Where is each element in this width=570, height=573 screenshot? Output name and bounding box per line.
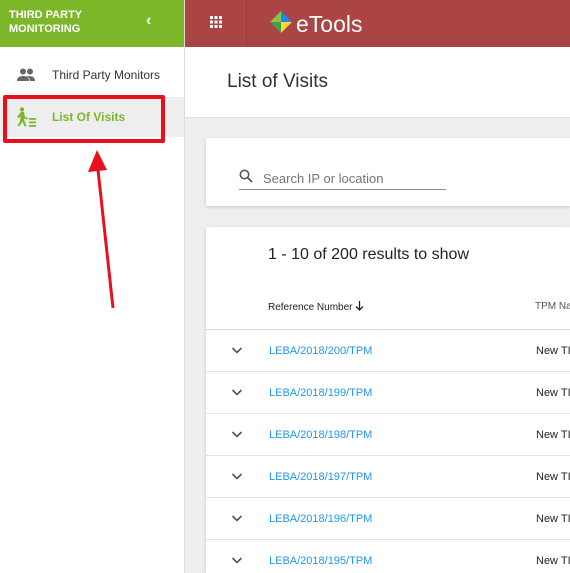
reference-link[interactable]: LEBA/2018/199/TPM [269, 387, 372, 399]
app-name: eTools [296, 11, 363, 37]
expand-chevron-icon[interactable] [231, 469, 243, 487]
arrow-down-icon [355, 301, 364, 314]
apps-button[interactable] [185, 0, 247, 47]
results-summary: 1 - 10 of 200 results to show [268, 246, 469, 263]
results-card: 1 - 10 of 200 results to show Reference … [206, 227, 570, 573]
apps-grid-icon [209, 15, 222, 33]
table-row: LEBA/2018/198/TPM New TI [206, 414, 570, 456]
expand-chevron-icon[interactable] [231, 511, 243, 529]
tpm-name-cell: New TI [536, 345, 570, 357]
table-row: LEBA/2018/200/TPM New TI [206, 330, 570, 372]
column-header-reference-number[interactable]: Reference Number [268, 301, 364, 314]
sidebar-title: THIRD PARTY MONITORING [9, 9, 82, 35]
table-row: LEBA/2018/199/TPM New TI [206, 372, 570, 414]
reference-link[interactable]: LEBA/2018/200/TPM [269, 345, 372, 357]
reference-link[interactable]: LEBA/2018/197/TPM [269, 471, 372, 483]
etools-logo: eTools [268, 9, 362, 40]
expand-chevron-icon[interactable] [231, 553, 243, 571]
search-input[interactable] [263, 171, 433, 186]
search-card [206, 138, 570, 206]
chevron-left-icon: ‹ [146, 12, 152, 29]
column-header-label: Reference Number [268, 302, 353, 313]
table-row: LEBA/2018/197/TPM New TI [206, 456, 570, 498]
annotation-highlight-box [3, 95, 165, 143]
expand-chevron-icon[interactable] [231, 343, 243, 361]
column-header-label: TPM Na [535, 301, 570, 312]
page-title: List of Visits [227, 71, 329, 92]
reference-link[interactable]: LEBA/2018/198/TPM [269, 429, 372, 441]
page-header: List of Visits [185, 47, 570, 118]
search-icon [239, 169, 253, 188]
reference-link[interactable]: LEBA/2018/195/TPM [269, 555, 372, 567]
expand-chevron-icon[interactable] [231, 385, 243, 403]
expand-chevron-icon[interactable] [231, 427, 243, 445]
sidebar: THIRD PARTY MONITORING ‹ Third Party Mon… [0, 0, 185, 573]
tpm-name-cell: New TI [536, 387, 570, 399]
sidebar-header: THIRD PARTY MONITORING ‹ [0, 0, 184, 47]
etools-logo-icon [268, 9, 294, 40]
table-row: LEBA/2018/195/TPM New TI [206, 540, 570, 573]
sidebar-item-label: Third Party Monitors [52, 68, 161, 82]
top-bar: eTools [185, 0, 570, 47]
sidebar-item-third-party-monitors[interactable]: Third Party Monitors [0, 55, 184, 95]
reference-link[interactable]: LEBA/2018/196/TPM [269, 513, 372, 525]
tpm-name-cell: New TI [536, 471, 570, 483]
table-row: LEBA/2018/196/TPM New TI [206, 498, 570, 540]
column-header-tpm-name[interactable]: TPM Na [535, 301, 570, 312]
tpm-name-cell: New TI [536, 555, 570, 567]
tpm-name-cell: New TI [536, 429, 570, 441]
tpm-name-cell: New TI [536, 513, 570, 525]
collapse-sidebar-button[interactable]: ‹ [146, 11, 151, 31]
results-table-body: LEBA/2018/200/TPM New TI LEBA/2018/199/T… [206, 330, 570, 573]
search-field [239, 168, 446, 190]
people-icon [0, 68, 52, 82]
